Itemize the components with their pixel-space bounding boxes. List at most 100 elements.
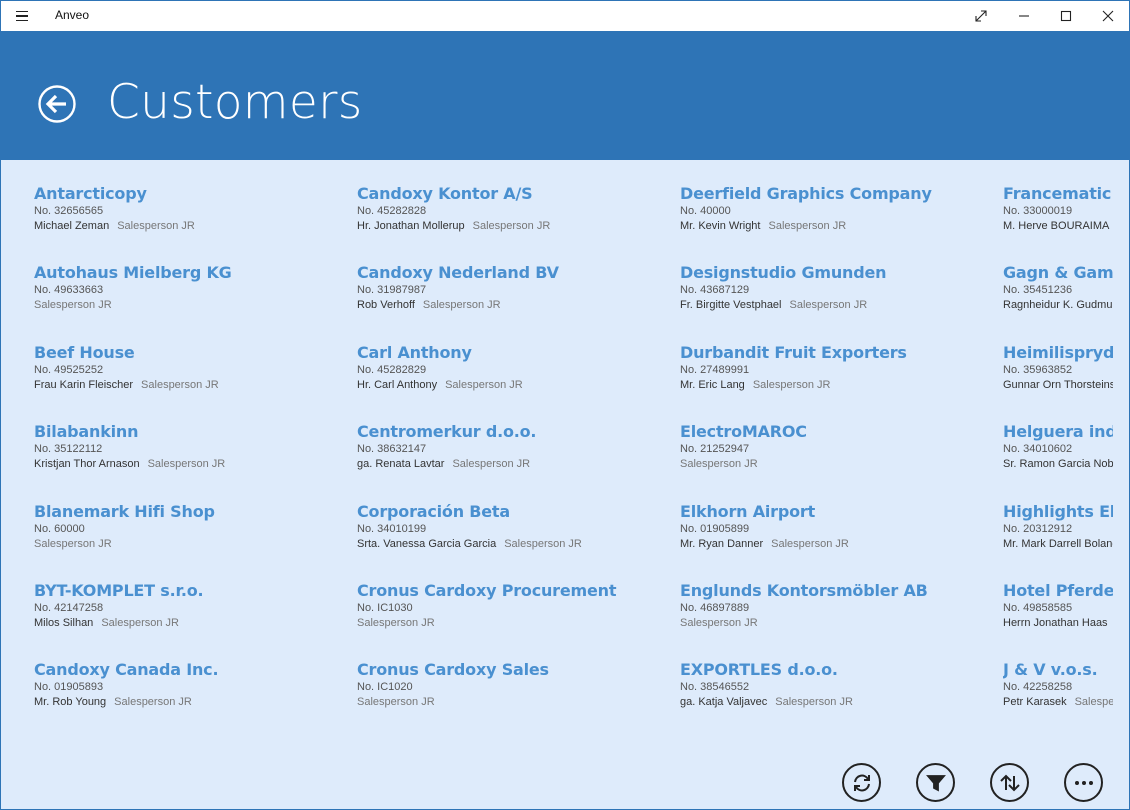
customer-name[interactable]: Designstudio Gmunden bbox=[680, 263, 993, 283]
customer-contact: Mr. Rob Young bbox=[34, 696, 107, 709]
customer-name[interactable]: EXPORTLES d.o.o. bbox=[680, 660, 993, 680]
customer-contact: Mr. Mark Darrell Boland bbox=[1003, 537, 1113, 550]
customer-name[interactable]: Deerfield Graphics Company bbox=[680, 184, 993, 204]
close-icon[interactable] bbox=[1087, 1, 1129, 31]
customer-contact: ga. Renata Lavtar bbox=[357, 458, 445, 471]
customer-card[interactable]: Candoxy Canada Inc. No. 01905893 Mr. Rob Y… bbox=[34, 660, 357, 739]
customer-name[interactable]: Candoxy Nederland BV bbox=[357, 263, 670, 283]
customer-name[interactable]: Corporación Beta bbox=[357, 502, 670, 522]
customer-card[interactable]: Candoxy Kontor A/S No. 45282828 Hr. Jonath… bbox=[357, 184, 680, 263]
customer-card[interactable]: Helguera industrialNo. 34010602 Sr. Ramon… bbox=[1003, 422, 1113, 501]
customer-contact: M. Herve BOURAIMA bbox=[1003, 220, 1110, 232]
customer-number: No. 01905899 bbox=[680, 522, 750, 535]
customer-name[interactable]: Gagn & Gaman bbox=[1003, 263, 1113, 283]
customer-card[interactable]: Gagn & GamanNo. 35451236 Ragnheidur K. Gu… bbox=[1003, 263, 1113, 342]
customer-name[interactable]: Antarcticopy bbox=[34, 184, 347, 204]
more-options-button[interactable] bbox=[1064, 763, 1103, 802]
customer-salesperson: Salesperson JR bbox=[789, 299, 868, 312]
customer-name[interactable]: Hotel Pferdesee bbox=[1003, 581, 1113, 601]
customer-name[interactable]: Cronus Cardoxy Sales bbox=[357, 660, 670, 680]
customer-card[interactable]: Francematic No. 33000019 M. Herve BOURAIMA bbox=[1003, 184, 1113, 263]
customer-card[interactable]: Cronus Cardoxy Sales No. IC1020 Salesperso… bbox=[357, 660, 680, 739]
customer-name[interactable]: BYT-KOMPLET s.r.o. bbox=[34, 581, 347, 601]
customer-name[interactable]: Cronus Cardoxy Procurement bbox=[357, 581, 670, 601]
customer-card[interactable]: Antarcticopy No. 32656565 Michael Zeman Sal… bbox=[34, 184, 357, 263]
refresh-button[interactable] bbox=[842, 763, 881, 802]
customer-meta: Herrn Jonathan Haas bbox=[1003, 616, 1113, 631]
customer-card[interactable]: BYT-KOMPLET s.r.o. No. 42147258 Milos Silh… bbox=[34, 581, 357, 660]
customer-name[interactable]: Beef House bbox=[34, 343, 347, 363]
customer-card[interactable]: Highlights ElectronicsNo. 20312912 Mr. Ma… bbox=[1003, 502, 1113, 581]
customer-name[interactable]: Elkhorn Airport bbox=[680, 502, 993, 522]
customer-contact: Petr Karasek bbox=[1003, 696, 1067, 709]
customer-card[interactable]: ElectroMAROC No. 21252947 Salesperson JR bbox=[680, 422, 1003, 501]
customer-meta: Rob Verhoff Salesperson JR bbox=[357, 298, 670, 313]
customer-card[interactable]: Corporación Beta No. 34010199 Srta. Vaness… bbox=[357, 502, 680, 581]
filter-button[interactable] bbox=[916, 763, 955, 802]
customer-card[interactable]: Beef House No. 49525252 Frau Karin Fleisch… bbox=[34, 343, 357, 422]
customer-name[interactable]: Candoxy Kontor A/S bbox=[357, 184, 670, 204]
customer-card[interactable]: Durbandit Fruit Exporters No. 27489991 Mr.… bbox=[680, 343, 1003, 422]
customer-card[interactable]: EXPORTLES d.o.o. No. 38546552 ga. Katja Va… bbox=[680, 660, 1003, 739]
customer-number: No. 01905893 bbox=[34, 681, 104, 694]
customer-card[interactable]: Hotel PferdeseeNo. 49858585 Herrn Jonatha… bbox=[1003, 581, 1113, 660]
customer-name[interactable]: Highlights Electronics bbox=[1003, 502, 1113, 522]
customer-name[interactable]: J & V v.o.s. bbox=[1003, 660, 1113, 680]
customer-card[interactable]: J & V v.o.s. No. 42258258 Petr Karasek Sale… bbox=[1003, 660, 1113, 739]
minimize-icon[interactable] bbox=[1003, 1, 1045, 31]
customer-card[interactable]: Autohaus Mielberg KG No. 49633663 Salesper… bbox=[34, 263, 357, 342]
customer-meta: Gunnar Orn Thorsteinsson bbox=[1003, 378, 1113, 393]
back-arrow-icon[interactable] bbox=[37, 84, 77, 124]
customer-card[interactable]: Elkhorn Airport No. 01905899 Mr. Ryan Dann… bbox=[680, 502, 1003, 581]
customer-card[interactable]: Cronus Cardoxy Procurement No. IC1030 Sale… bbox=[357, 581, 680, 660]
customer-salesperson: Salesperson JR bbox=[357, 696, 435, 709]
customer-name[interactable]: ElectroMAROC bbox=[680, 422, 993, 442]
customer-card[interactable]: Blanemark Hifi Shop No. 60000 Salesperson … bbox=[34, 502, 357, 581]
customer-name[interactable]: Bilabankinn bbox=[34, 422, 347, 442]
customer-name[interactable]: Francematic bbox=[1003, 184, 1113, 204]
customer-name[interactable]: Heimilisprydi bbox=[1003, 343, 1113, 363]
customer-name[interactable]: Englunds Kontorsmöbler AB bbox=[680, 581, 993, 601]
customer-meta: Salesperson JR bbox=[680, 457, 993, 472]
fullscreen-icon[interactable] bbox=[960, 1, 1002, 31]
customer-card[interactable]: Carl Anthony No. 45282829 Hr. Carl Anthony… bbox=[357, 343, 680, 422]
customer-contact: Ragnheidur K. Gudmundsdottir bbox=[1003, 299, 1113, 312]
customer-card[interactable]: Englunds Kontorsmöbler AB No. 46897889 Sal… bbox=[680, 581, 1003, 660]
customer-card[interactable]: Heimilisprydi No. 35963852 Gunnar Orn Thor… bbox=[1003, 343, 1113, 422]
maximize-icon[interactable] bbox=[1045, 1, 1087, 31]
customer-number: No. 35451236 bbox=[1003, 284, 1073, 297]
customer-name[interactable]: Blanemark Hifi Shop bbox=[34, 502, 347, 522]
customer-name[interactable]: Carl Anthony bbox=[357, 343, 670, 363]
customer-meta: Srta. Vanessa Garcia Garcia Salesperson J… bbox=[357, 537, 670, 552]
customer-meta: Milos Silhan Salesperson JR bbox=[34, 616, 347, 631]
customer-card[interactable]: Candoxy Nederland BV No. 31987987 Rob Verh… bbox=[357, 263, 680, 342]
customer-meta: Mr. Ryan Danner Salesperson JR bbox=[680, 537, 993, 552]
customer-contact: Fr. Birgitte Vestphael bbox=[680, 299, 782, 312]
customer-contact: Rob Verhoff bbox=[357, 299, 415, 312]
customer-number: No. 49525252 bbox=[34, 363, 104, 376]
customer-number: No. 35122112 bbox=[34, 443, 103, 456]
sort-button[interactable] bbox=[990, 763, 1029, 802]
customer-card[interactable]: Deerfield Graphics Company No. 40000 Mr. K… bbox=[680, 184, 1003, 263]
customer-name[interactable]: Autohaus Mielberg KG bbox=[34, 263, 347, 283]
page-header: Customers bbox=[1, 31, 1129, 160]
app-window: Anveo Customers Antarcticopy No. 32656565… bbox=[0, 0, 1130, 810]
customer-salesperson: Salesperson JR bbox=[452, 458, 531, 471]
customer-name[interactable]: Helguera industrial bbox=[1003, 422, 1113, 442]
customer-card[interactable]: Bilabankinn No. 35122112 Kristjan Thor Arn… bbox=[34, 422, 357, 501]
refresh-icon bbox=[853, 774, 870, 791]
customer-number: No. 34010199 bbox=[357, 522, 427, 535]
customer-name[interactable]: Centromerkur d.o.o. bbox=[357, 422, 670, 442]
customer-number: No. 32656565 bbox=[34, 205, 104, 217]
customer-name[interactable]: Durbandit Fruit Exporters bbox=[680, 343, 993, 363]
customer-contact: Kristjan Thor Arnason bbox=[34, 458, 140, 471]
customer-salesperson: Salesperson JR bbox=[504, 537, 582, 550]
customer-card[interactable]: Centromerkur d.o.o. No. 38632147 ga. Renat… bbox=[357, 422, 680, 501]
customer-contact: Sr. Ramon Garcia Nobleza bbox=[1003, 458, 1113, 471]
hamburger-menu-icon[interactable] bbox=[12, 8, 32, 24]
customer-number: No. 45282829 bbox=[357, 363, 427, 376]
customer-card[interactable]: Designstudio Gmunden No. 43687129 Fr. Birg… bbox=[680, 263, 1003, 342]
customer-name[interactable]: Candoxy Canada Inc. bbox=[34, 660, 347, 680]
customer-salesperson: Salesperson JR bbox=[422, 299, 501, 312]
customer-contact: Srta. Vanessa Garcia Garcia bbox=[357, 537, 497, 550]
